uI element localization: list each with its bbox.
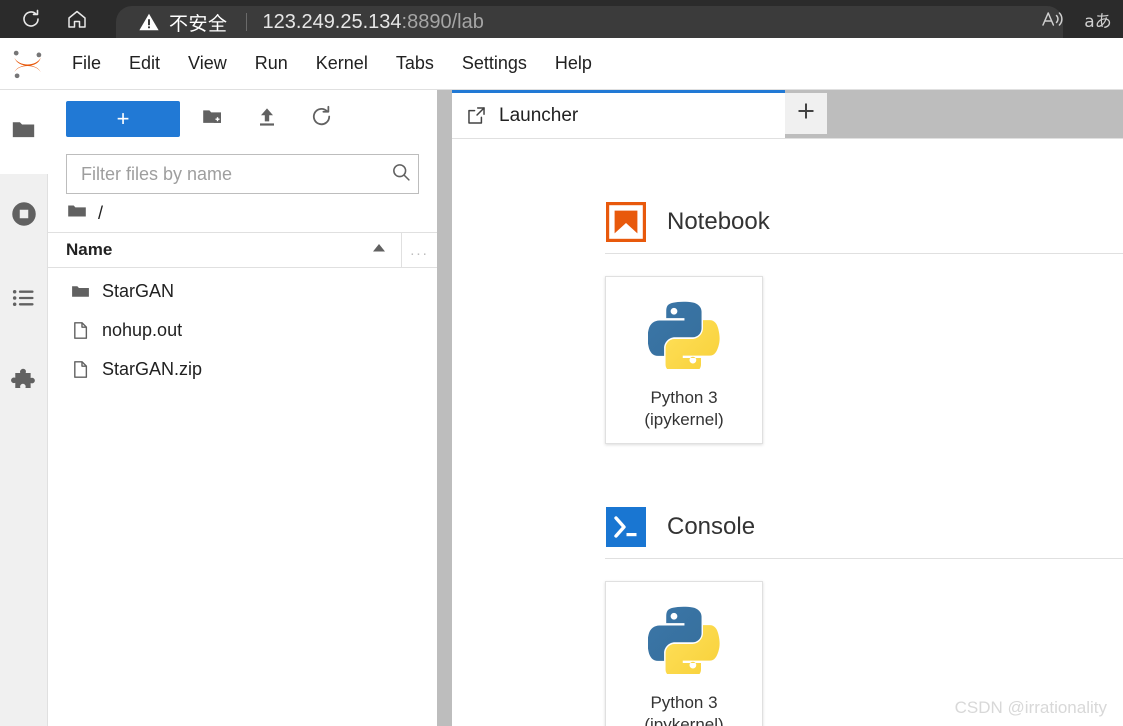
read-aloud-icon — [1040, 8, 1064, 30]
menu-kernel[interactable]: Kernel — [302, 47, 382, 80]
launcher-card-label: Python 3 (ipykernel) — [644, 692, 723, 726]
new-tab-button[interactable] — [785, 93, 827, 134]
url-host: 123.249.25.134 — [262, 10, 402, 33]
column-header-name-label: Name — [66, 240, 113, 259]
translate-icon: aあ — [1084, 11, 1112, 32]
launcher-card-python3-console[interactable]: Python 3 (ipykernel) — [605, 581, 763, 726]
file-icon — [70, 320, 96, 341]
read-aloud-button[interactable] — [1035, 2, 1069, 36]
card-line-1: Python 3 — [650, 693, 718, 712]
launcher-section-title: Console — [667, 513, 756, 540]
jupyterlab-browser-window: 不安全 123.249.25.134 :8890/lab aあ File Edi… — [0, 0, 1123, 726]
file-list-header: Name ... — [48, 232, 437, 268]
sidebar-item-table-of-contents[interactable] — [0, 258, 47, 342]
launcher-panel: Notebook Python 3 (ipykernel) Console Py… — [452, 138, 1123, 726]
launcher-icon — [466, 105, 487, 126]
plus-icon — [796, 101, 816, 126]
url-path: :8890/lab — [401, 10, 484, 33]
file-name: nohup.out — [102, 320, 183, 340]
browser-toolbar: 不安全 123.249.25.134 :8890/lab aあ — [0, 0, 1123, 38]
browser-toolbar-right: aあ — [1031, 0, 1123, 38]
launcher-card-python3-notebook[interactable]: Python 3 (ipykernel) — [605, 276, 763, 444]
launcher-card-label: Python 3 (ipykernel) — [644, 387, 723, 431]
python-logo-icon — [646, 295, 722, 371]
address-bar[interactable]: 不安全 123.249.25.134 :8890/lab — [116, 6, 1063, 38]
folder-icon — [70, 281, 96, 302]
not-secure-label: 不安全 — [169, 13, 228, 35]
breadcrumb-folder-icon[interactable] — [66, 200, 88, 227]
panel-splitter[interactable] — [437, 90, 452, 726]
menu-settings[interactable]: Settings — [448, 47, 541, 80]
search-button[interactable] — [384, 161, 418, 188]
tab-bar: Launcher — [452, 90, 1123, 138]
main-area: Launcher Notebook Python 3 (ipykernel) C… — [452, 90, 1123, 726]
list-item[interactable]: nohup.out — [48, 311, 437, 350]
sidebar-item-file-browser[interactable] — [0, 90, 48, 174]
file-name: StarGAN.zip — [102, 359, 203, 379]
new-folder-icon — [201, 105, 225, 134]
menu-edit[interactable]: Edit — [115, 47, 174, 80]
launcher-section-console-header: Console — [605, 506, 1123, 548]
refresh-button[interactable] — [300, 101, 342, 137]
list-icon — [10, 284, 38, 317]
notebook-icon — [605, 201, 647, 243]
tab-launcher[interactable]: Launcher — [452, 90, 785, 138]
sidebar-item-extension-manager[interactable] — [0, 342, 47, 426]
launcher-card-row-notebook: Python 3 (ipykernel) — [605, 276, 1123, 444]
translate-button[interactable]: aあ — [1081, 2, 1115, 36]
file-filter-box — [66, 154, 419, 194]
home-button[interactable] — [60, 2, 94, 36]
launcher-card-row-console: Python 3 (ipykernel) — [605, 581, 1123, 726]
address-separator — [245, 13, 247, 31]
file-list: StarGAN nohup.out StarGAN.zip — [48, 268, 437, 389]
file-name: StarGAN — [102, 281, 175, 301]
column-header-overflow[interactable]: ... — [401, 233, 437, 267]
search-icon — [390, 161, 412, 188]
card-line-2: (ipykernel) — [644, 714, 724, 726]
menu-file[interactable]: File — [58, 47, 115, 80]
refresh-icon — [309, 104, 334, 134]
file-icon — [70, 359, 96, 380]
stop-circle-icon — [9, 199, 39, 234]
reload-icon — [19, 7, 43, 31]
upload-icon — [255, 105, 279, 134]
menu-run[interactable]: Run — [241, 47, 302, 80]
breadcrumb: / — [48, 194, 437, 232]
launcher-section-notebook-header: Notebook — [605, 201, 1123, 243]
menu-help[interactable]: Help — [541, 47, 606, 80]
card-line-2: (ipykernel) — [644, 409, 724, 429]
column-header-name[interactable]: Name — [48, 233, 401, 267]
home-icon — [65, 7, 89, 31]
python-logo-icon — [646, 600, 722, 676]
launcher-section-title: Notebook — [667, 208, 770, 235]
puzzle-piece-icon — [9, 367, 38, 401]
menu-view[interactable]: View — [174, 47, 241, 80]
new-folder-button[interactable] — [192, 101, 234, 137]
tab-label: Launcher — [499, 104, 579, 126]
sidebar-item-running-sessions[interactable] — [0, 174, 47, 258]
section-divider — [605, 253, 1123, 254]
jupyterlab-menubar: File Edit View Run Kernel Tabs Settings … — [0, 38, 1123, 90]
jupyter-logo-icon — [6, 42, 50, 86]
file-browser-toolbar: + — [48, 90, 437, 148]
folder-icon — [10, 116, 37, 148]
menu-tabs[interactable]: Tabs — [382, 47, 448, 80]
search-input[interactable] — [67, 162, 384, 186]
section-divider — [605, 558, 1123, 559]
card-line-1: Python 3 — [650, 388, 718, 407]
upload-button[interactable] — [246, 101, 288, 137]
new-launcher-button[interactable]: + — [66, 101, 180, 137]
file-browser-panel: + Filter files by name / Name ... StarGA… — [48, 90, 437, 726]
reload-button[interactable] — [14, 2, 48, 36]
breadcrumb-root[interactable]: / — [98, 203, 103, 224]
list-item[interactable]: StarGAN — [48, 272, 437, 311]
sort-ascending-icon — [371, 241, 387, 259]
list-item[interactable]: StarGAN.zip — [48, 350, 437, 389]
console-icon — [605, 506, 647, 548]
left-sidebar-rail — [0, 90, 48, 726]
not-secure-warning-icon — [138, 11, 160, 33]
